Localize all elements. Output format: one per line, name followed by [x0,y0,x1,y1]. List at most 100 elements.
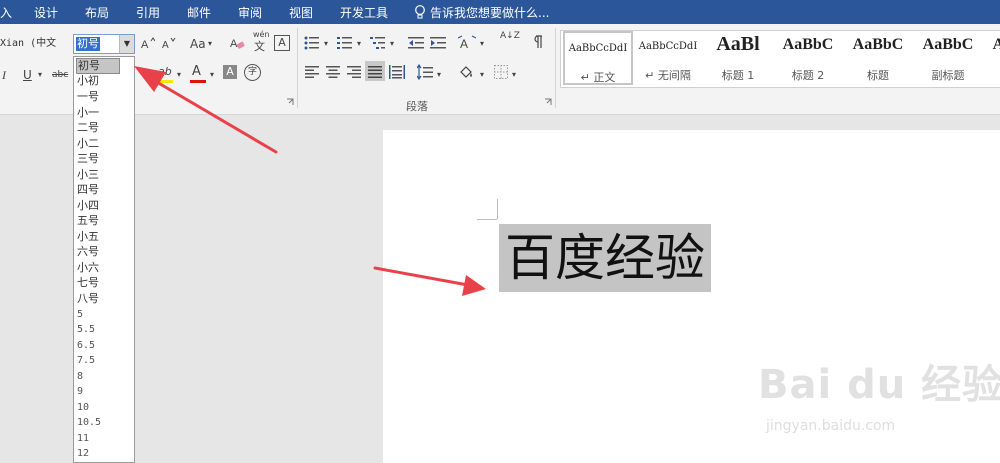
font-size-option[interactable]: 小六 [77,260,99,276]
chevron-down-icon[interactable]: ▾ [512,67,516,83]
font-size-option[interactable]: 六号 [77,244,99,260]
sort-button[interactable]: A↓Z [500,32,520,41]
selected-document-text[interactable]: 百度经验 [499,224,711,292]
style-name: ↵ 无间隔 [645,69,691,82]
menu-item-review[interactable]: 审阅 [238,4,262,21]
style-subtitle[interactable]: AaBbC 副标题 [913,31,983,85]
strikethrough-button[interactable]: abc [52,67,68,83]
increase-indent-icon[interactable] [430,36,446,50]
italic-button[interactable]: I [2,67,6,83]
change-case-button[interactable]: Aa [190,36,206,52]
font-size-option[interactable]: 5 [77,307,83,323]
clear-format-icon[interactable]: A [230,35,246,51]
chevron-down-icon[interactable]: ▾ [480,67,484,83]
highlight-color-bar [157,80,173,83]
font-size-option[interactable]: 小三 [77,167,99,183]
chevron-down-icon[interactable]: ▾ [437,67,441,83]
font-size-option[interactable]: 10.5 [77,415,101,431]
align-left-icon[interactable] [305,66,319,78]
font-size-option[interactable]: 11 [77,431,89,447]
shading-icon[interactable] [458,64,476,80]
line-spacing-icon[interactable] [417,64,433,80]
chevron-down-icon[interactable]: ▾ [208,36,212,52]
font-size-option[interactable]: 二号 [77,120,99,136]
distributed-icon[interactable] [389,64,405,80]
style-heading-2[interactable]: AaBbC 标题 2 [773,31,843,85]
chevron-down-icon[interactable]: ▾ [210,67,214,83]
style-preview: AaBbCcDdI [638,41,698,52]
show-marks-icon[interactable] [530,34,544,50]
font-size-option[interactable]: 一号 [77,89,99,105]
chevron-down-icon[interactable]: ▾ [480,36,484,52]
tell-me-search[interactable]: 告诉我您想要做什么... [430,4,549,21]
style-normal[interactable]: AaBbCcDdI ↵ 正文 [563,31,633,85]
underline-button[interactable]: U [23,67,32,83]
font-size-option[interactable]: 八号 [77,291,99,307]
bullets-icon[interactable] [304,36,320,50]
chevron-down-icon[interactable]: ▼ [119,35,134,53]
font-size-option[interactable]: 四号 [77,182,99,198]
align-center-icon[interactable] [326,66,340,78]
font-size-option[interactable]: 七号 [77,275,99,291]
menu-item-view[interactable]: 视图 [289,4,313,21]
menu-item-developer[interactable]: 开发工具 [340,4,388,21]
font-size-option[interactable]: 初号 [76,58,120,74]
chevron-down-icon[interactable]: ▾ [357,36,361,52]
numbering-icon[interactable] [337,36,353,50]
font-dialog-launcher-icon[interactable] [286,98,294,106]
chevron-down-icon[interactable]: ▾ [324,36,328,52]
font-size-option[interactable]: 小一 [77,105,99,121]
style-preview: AaBbC [852,36,904,53]
chevron-down-icon[interactable]: ▾ [390,36,394,52]
font-size-option[interactable]: 8 [77,369,83,385]
justify-icon[interactable] [368,66,382,78]
font-size-option[interactable]: 7.5 [77,353,95,369]
font-size-option[interactable]: 12 [77,446,89,462]
style-subtle[interactable]: AaBbC 不明 [983,31,1000,85]
multilevel-list-icon[interactable] [370,36,386,50]
font-size-option[interactable]: 10 [77,400,89,416]
enclose-char-button[interactable]: 字 [244,64,261,81]
style-title[interactable]: AaBbC 标题 [843,31,913,85]
shrink-font-icon[interactable]: A [162,36,176,50]
style-preview: AaBbC [983,36,1000,54]
highlight-button[interactable]: ab [158,64,172,80]
char-shading-button[interactable]: A [223,65,237,79]
phonetic-guide-bottom[interactable]: 文 [254,39,265,55]
style-no-spacing[interactable]: AaBbCcDdI ↵ 无间隔 [633,31,703,85]
menu-item-mailings[interactable]: 邮件 [187,4,211,21]
font-color-bar [190,80,206,83]
font-color-button[interactable]: A [192,64,201,80]
font-size-option[interactable]: 6.5 [77,338,95,354]
paragraph-group-label: 段落 [406,100,428,113]
asian-layout-icon[interactable]: A [458,35,476,51]
style-heading-1[interactable]: AaBl 标题 1 [703,31,773,85]
grow-font-icon[interactable]: A [141,36,155,50]
paragraph-dialog-launcher-icon[interactable] [544,98,552,106]
font-size-option[interactable]: 9 [77,384,83,400]
font-size-option[interactable]: 小初 [77,73,99,89]
font-size-option[interactable]: 三号 [77,151,99,167]
font-size-option[interactable]: 五号 [77,213,99,229]
menu-item-layout[interactable]: 布局 [85,4,109,21]
lightbulb-icon [415,5,425,19]
menu-item-partial[interactable]: 入 [0,4,12,21]
char-border-button[interactable]: A [274,35,290,51]
menu-item-references[interactable]: 引用 [136,4,160,21]
svg-text:A: A [162,40,169,50]
chevron-down-icon[interactable]: ▾ [38,67,42,83]
font-name-box[interactable]: Xian (中文 [0,35,70,53]
menu-item-design[interactable]: 设计 [34,4,58,21]
align-right-icon[interactable] [347,66,361,78]
font-size-option[interactable]: 小四 [77,198,99,214]
font-size-box[interactable]: 初号 ▼ [73,34,135,54]
style-name: 标题 2 [791,69,825,82]
baidu-watermark: Bai du 经验 jingyan.baidu.com [758,352,1000,452]
font-size-option[interactable]: 5.5 [77,322,95,338]
font-size-option[interactable]: 小二 [77,136,99,152]
decrease-indent-icon[interactable] [408,36,424,50]
menu-bar: 入 设计 布局 引用 邮件 审阅 视图 开发工具 告诉我您想要做什么... [0,0,1000,24]
font-size-option[interactable]: 小五 [77,229,99,245]
chevron-down-icon[interactable]: ▾ [177,67,181,83]
borders-icon[interactable] [494,65,508,79]
